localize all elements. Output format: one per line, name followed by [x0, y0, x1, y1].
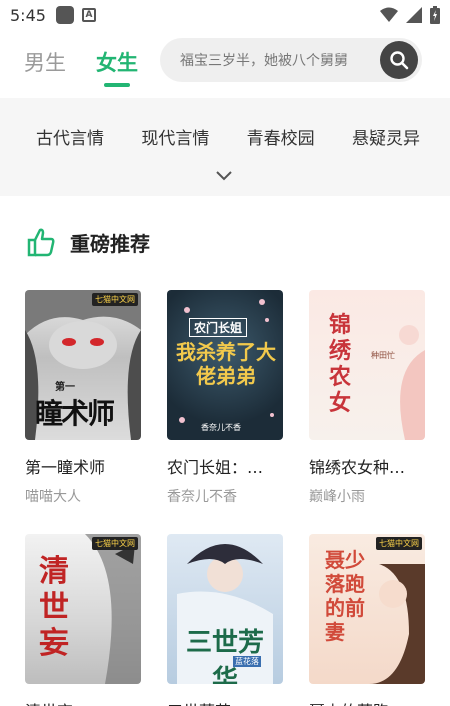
tab-female[interactable]: 女生 [96, 47, 138, 87]
book-title[interactable]: 第一瞳术师 [25, 454, 143, 478]
search-button[interactable] [380, 41, 418, 79]
book-author: 巅峰小雨 [309, 489, 365, 505]
book-author: 香奈儿不香 [167, 489, 237, 505]
book-cover[interactable]: 三世芳华 蓝花落 [167, 534, 283, 684]
category-modern-romance[interactable]: 现代言情 [141, 124, 209, 149]
cover-subtitle: 蓝花落 [233, 656, 261, 667]
category-ancient-romance[interactable]: 古代言情 [36, 124, 104, 149]
publisher-badge: 七猫中文网 [92, 293, 138, 306]
book-title[interactable]: 锦绣农女种… [309, 454, 427, 478]
book-card[interactable]: 锦绣农女 种田忙 锦绣农女种… 巅峰小雨 [309, 290, 427, 506]
publisher-badge: 七猫中文网 [376, 537, 422, 550]
cover-author: 香奈儿不香 [201, 423, 241, 432]
category-campus[interactable]: 青春校园 [247, 124, 315, 149]
category-bar: 古代言情 现代言情 青春校园 悬疑灵异 [0, 98, 450, 196]
battery-icon [430, 6, 440, 24]
book-card[interactable]: 七猫中文网 聂少落跑的前妻 聂少的落跑 [309, 534, 427, 706]
book-author: 喵喵大人 [25, 489, 81, 505]
book-cover[interactable]: 锦绣农女 种田忙 [309, 290, 425, 440]
tab-male[interactable]: 男生 [24, 47, 66, 77]
cover-subtitle: 第一 [55, 382, 75, 393]
status-time: 5:45 [10, 5, 46, 25]
thumbs-up-icon [27, 228, 55, 257]
app-notification-icon: A [81, 8, 96, 22]
tab-active-indicator [104, 83, 130, 87]
tab-female-label: 女生 [96, 51, 138, 75]
chevron-down-icon[interactable] [214, 168, 234, 182]
book-title[interactable]: 聂少的落跑 [309, 698, 427, 706]
cover-subtitle: 农门长姐 [189, 318, 248, 337]
cover-title: 三世芳华 [185, 628, 264, 684]
book-card[interactable]: 七猫中文网 第一 瞳术师 第一瞳术师 喵喵大人 [25, 290, 143, 506]
book-card[interactable]: 农门长姐 我杀养了大佬弟弟 香奈儿不香 农门长姐：… 香奈儿不香 [167, 290, 285, 506]
signal-icon [406, 7, 422, 23]
book-title[interactable]: 三世蓝花 [167, 698, 285, 706]
section-title: 重磅推荐 [70, 231, 150, 256]
cover-title: 锦绣农女 [329, 312, 352, 416]
cover-title: 聂少落跑的前妻 [325, 548, 365, 644]
cover-title: 我杀养了大佬弟弟 [176, 340, 276, 388]
publisher-badge: 七猫中文网 [92, 537, 138, 550]
section-header: 重磅推荐 [26, 226, 150, 258]
wifi-icon [380, 7, 398, 22]
book-cover[interactable]: 农门长姐 我杀养了大佬弟弟 香奈儿不香 [167, 290, 283, 440]
book-cover[interactable]: 七猫中文网 聂少落跑的前妻 [309, 534, 425, 684]
search-placeholder: 福宝三岁半，她被八个舅舅 [180, 53, 348, 69]
book-card[interactable]: 三世芳华 蓝花落 三世蓝花 [167, 534, 285, 706]
book-cover[interactable]: 七猫中文网 清世妄 [25, 534, 141, 684]
status-bar: 5:45 A [0, 0, 450, 30]
book-cover[interactable]: 七猫中文网 第一 瞳术师 [25, 290, 141, 440]
book-card[interactable]: 七猫中文网 清世妄 清世妄 [25, 534, 143, 706]
search-bar[interactable]: 福宝三岁半，她被八个舅舅 [160, 38, 422, 82]
notification-icon [55, 6, 74, 24]
cover-subtitle: 种田忙 [371, 351, 395, 360]
cover-title: 清世妄 [39, 554, 69, 661]
search-icon [390, 51, 409, 70]
book-title[interactable]: 农门长姐：… [167, 454, 285, 478]
category-suspense[interactable]: 悬疑灵异 [352, 124, 420, 149]
cover-title: 瞳术师 [35, 397, 115, 430]
book-title[interactable]: 清世妄 [25, 698, 143, 706]
header: 男生 女生 福宝三岁半，她被八个舅舅 [0, 36, 450, 88]
